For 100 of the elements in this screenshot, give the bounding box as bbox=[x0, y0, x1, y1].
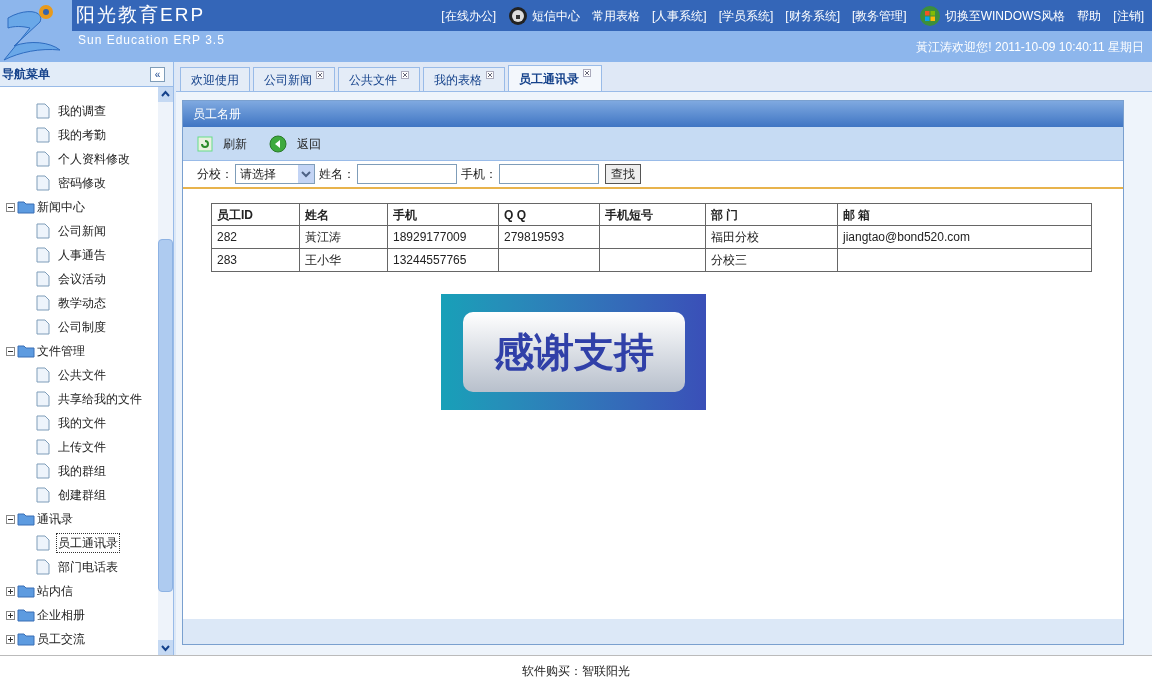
document-icon bbox=[36, 535, 50, 551]
column-header: 邮 箱 bbox=[837, 203, 1092, 226]
collapse-icon[interactable] bbox=[6, 346, 15, 356]
folder-icon bbox=[17, 584, 35, 598]
folder-icon bbox=[17, 632, 35, 646]
document-icon bbox=[36, 487, 50, 503]
close-icon[interactable] bbox=[316, 71, 324, 79]
tree-item[interactable]: 人事通告 bbox=[56, 245, 108, 265]
welcome-text: 黃江涛欢迎您! 2011-10-09 10:40:11 星期日 bbox=[916, 38, 1144, 56]
tree-folder[interactable]: 员工交流 bbox=[37, 630, 85, 648]
tab[interactable]: 我的表格 bbox=[423, 67, 505, 91]
table-cell: 283 bbox=[217, 253, 238, 267]
table-cell: jiangtao@bond520.com bbox=[843, 230, 970, 244]
document-icon bbox=[36, 463, 50, 479]
nav-link[interactable]: [人事系统] bbox=[652, 6, 707, 25]
document-icon bbox=[36, 415, 50, 431]
tab[interactable]: 公共文件 bbox=[338, 67, 420, 91]
table-cell: 13244557765 bbox=[393, 253, 467, 267]
close-icon[interactable] bbox=[401, 71, 409, 79]
nav-link[interactable]: 短信中心 bbox=[532, 6, 580, 25]
nav-link[interactable]: 帮助 bbox=[1077, 6, 1102, 25]
folder-icon bbox=[17, 608, 35, 622]
app-subtitle: Sun Education ERP 3.5 bbox=[78, 31, 225, 49]
tree-item[interactable]: 公司制度 bbox=[56, 317, 108, 337]
tree-item[interactable]: 教学动态 bbox=[56, 293, 108, 313]
folder-icon bbox=[17, 512, 35, 526]
folder-icon bbox=[17, 344, 35, 358]
nav-link[interactable]: [注销] bbox=[1113, 6, 1144, 25]
expand-icon[interactable] bbox=[6, 586, 15, 596]
document-icon bbox=[36, 127, 50, 143]
branch-select[interactable]: 请选择 bbox=[235, 164, 315, 184]
nav-link[interactable]: 常用表格 bbox=[592, 6, 640, 25]
tree-item[interactable]: 我的文件 bbox=[56, 413, 108, 433]
document-icon bbox=[36, 271, 50, 287]
tree-folder[interactable]: 企业相册 bbox=[37, 606, 85, 624]
sidebar-title: 导航菜单 bbox=[2, 66, 50, 83]
collapse-icon[interactable] bbox=[6, 514, 15, 524]
document-icon bbox=[36, 103, 50, 119]
collapse-icon[interactable] bbox=[6, 202, 15, 212]
search-button[interactable]: 查找 bbox=[605, 164, 641, 184]
branch-label: 分校： bbox=[197, 166, 233, 183]
close-icon[interactable] bbox=[583, 69, 591, 77]
document-icon bbox=[36, 391, 50, 407]
close-icon[interactable] bbox=[486, 71, 494, 79]
tab[interactable]: 欢迎使用 bbox=[180, 67, 250, 91]
nav-link[interactable]: [学员系统] bbox=[718, 6, 774, 25]
table-cell: 18929177009 bbox=[393, 230, 467, 244]
nav-link[interactable]: [财务系统] bbox=[785, 6, 840, 25]
banner-text: 感谢支持 bbox=[493, 329, 654, 376]
tree-item[interactable]: 员工通讯录 bbox=[56, 533, 120, 553]
tree-folder[interactable]: 站内信 bbox=[37, 582, 73, 600]
phone-label: 手机： bbox=[461, 166, 497, 183]
tree-item[interactable]: 密码修改 bbox=[56, 173, 108, 193]
tree-folder[interactable]: 文件管理 bbox=[37, 342, 85, 360]
nav-link[interactable]: [教务管理] bbox=[852, 6, 907, 25]
tree-item[interactable]: 公司新闻 bbox=[56, 221, 108, 241]
table-cell: 福田分校 bbox=[711, 230, 759, 244]
scrollbar[interactable] bbox=[158, 87, 173, 655]
folder-icon bbox=[17, 200, 35, 214]
app-title: 阳光教育ERP bbox=[76, 3, 206, 28]
tab[interactable]: 公司新闻 bbox=[253, 67, 335, 91]
table-cell: 分校三 bbox=[711, 253, 747, 267]
tree-item[interactable]: 部门电话表 bbox=[56, 557, 120, 577]
dropdown-icon bbox=[298, 165, 314, 183]
column-header: 部 门 bbox=[705, 203, 838, 226]
phone-field[interactable] bbox=[499, 164, 599, 184]
tree-folder[interactable]: 通讯录 bbox=[37, 510, 73, 528]
back-button[interactable]: 返回 bbox=[269, 134, 321, 153]
document-icon bbox=[36, 367, 50, 383]
tree-folder[interactable]: 新闻中心 bbox=[37, 198, 85, 216]
tree-item[interactable]: 我的群组 bbox=[56, 461, 108, 481]
document-icon bbox=[36, 295, 50, 311]
nav-link[interactable]: [在线办公] bbox=[441, 6, 496, 25]
tree-item[interactable]: 个人资料修改 bbox=[56, 149, 132, 169]
nav-link[interactable]: 切换至WINDOWS风格 bbox=[944, 6, 1066, 25]
tree-item[interactable]: 我的调查 bbox=[56, 101, 108, 121]
document-icon bbox=[36, 319, 50, 335]
tree-item[interactable]: 创建群组 bbox=[56, 485, 108, 505]
tree-item[interactable]: 上传文件 bbox=[56, 437, 108, 457]
expand-icon[interactable] bbox=[6, 610, 15, 620]
refresh-button[interactable]: 刷新 bbox=[197, 134, 247, 153]
column-header: 手机短号 bbox=[599, 203, 706, 226]
name-label: 姓名： bbox=[319, 166, 355, 183]
tree-item[interactable]: 会议活动 bbox=[56, 269, 108, 289]
tab[interactable]: 员工通讯录 bbox=[508, 65, 602, 91]
back-icon bbox=[269, 134, 287, 153]
column-header: 员工ID bbox=[211, 203, 300, 226]
column-header: 姓名 bbox=[299, 203, 388, 226]
tree-item[interactable]: 共享给我的文件 bbox=[56, 389, 144, 409]
document-icon bbox=[36, 223, 50, 239]
document-icon bbox=[36, 247, 50, 263]
tree-item[interactable]: 我的考勤 bbox=[56, 125, 108, 145]
table-cell: 王小华 bbox=[305, 253, 341, 267]
column-header: 手机 bbox=[387, 203, 499, 226]
tree-item[interactable]: 公共文件 bbox=[56, 365, 108, 385]
panel-title: 员工名册 bbox=[193, 106, 241, 123]
refresh-icon bbox=[197, 135, 213, 152]
name-field[interactable] bbox=[357, 164, 457, 184]
expand-icon[interactable] bbox=[6, 634, 15, 644]
collapse-button[interactable]: « bbox=[150, 66, 165, 82]
